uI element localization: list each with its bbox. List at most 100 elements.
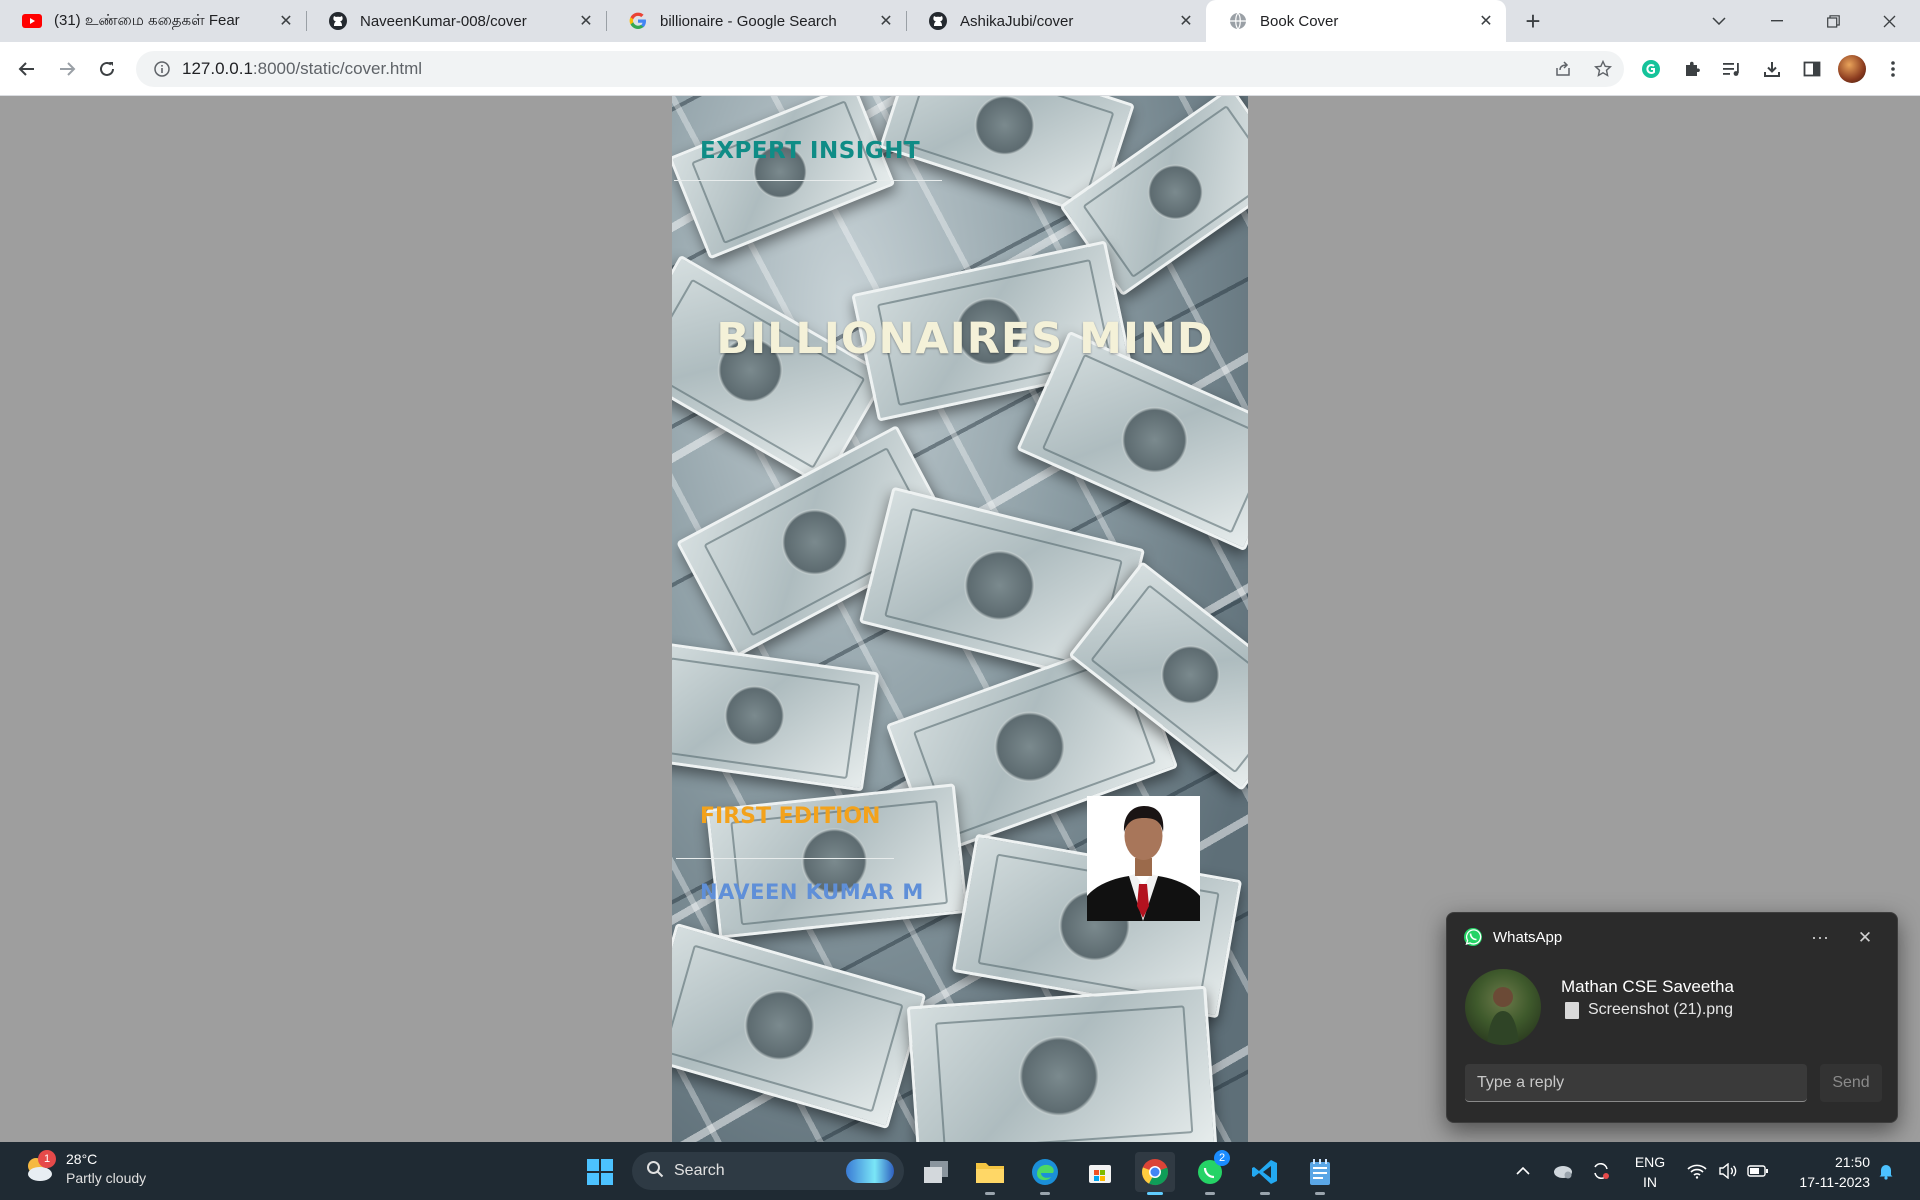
weather-badge: 1 xyxy=(38,1150,56,1168)
language-code: ENG xyxy=(1634,1154,1666,1170)
tab-title: Book Cover xyxy=(1260,12,1339,30)
taskbar: 1 28°C Partly cloudy Search 2 ENG IN 21:… xyxy=(0,1142,1920,1200)
url-text: 127.0.0.1:8000/static/cover.html xyxy=(182,59,422,79)
language-indicator[interactable]: ENG IN xyxy=(1632,1152,1668,1192)
chrome-icon[interactable] xyxy=(1135,1152,1175,1195)
cover-author: NAVEEN KUMAR M xyxy=(700,880,924,904)
vscode-icon[interactable] xyxy=(1245,1152,1285,1195)
grammarly-extension-icon[interactable] xyxy=(1636,54,1666,84)
weather-condition: Partly cloudy xyxy=(66,1170,147,1186)
github-icon xyxy=(928,11,948,31)
taskbar-search[interactable]: Search xyxy=(632,1152,904,1190)
onedrive-icon[interactable] xyxy=(1547,1142,1577,1200)
bookmark-star-icon[interactable] xyxy=(1588,54,1618,84)
whatsapp-taskbar-icon[interactable]: 2 xyxy=(1190,1150,1230,1195)
start-button[interactable] xyxy=(580,1152,620,1192)
running-indicator xyxy=(1260,1192,1270,1195)
cover-text-layer: EXPERT INSIGHT BILLIONAIRES MIND FIRST E… xyxy=(672,96,1248,1142)
running-indicator xyxy=(1315,1192,1325,1195)
tab-book-cover[interactable]: Book Cover ✕ xyxy=(1206,0,1506,42)
minimize-button[interactable] xyxy=(1754,0,1800,42)
volume-icon[interactable] xyxy=(1714,1142,1742,1200)
profile-avatar[interactable] xyxy=(1838,55,1866,83)
send-button[interactable]: Send xyxy=(1820,1064,1882,1102)
cover-title: BILLIONAIRES MIND xyxy=(716,314,1214,364)
extensions-puzzle-icon[interactable] xyxy=(1677,54,1707,84)
tab-search-icon[interactable] xyxy=(1696,0,1742,42)
divider xyxy=(674,180,942,181)
divider xyxy=(676,858,894,859)
sync-icon[interactable] xyxy=(1586,1142,1616,1200)
bing-icon xyxy=(846,1159,894,1183)
tab-github-ashika[interactable]: AshikaJubi/cover ✕ xyxy=(906,0,1206,42)
close-tab-icon[interactable]: ✕ xyxy=(876,11,896,31)
author-photo xyxy=(1087,796,1200,921)
task-view-icon[interactable] xyxy=(916,1152,956,1192)
clock-date: 17-11-2023 xyxy=(1799,1174,1870,1190)
wifi-icon[interactable] xyxy=(1683,1142,1711,1200)
close-tab-icon[interactable]: ✕ xyxy=(276,11,296,31)
running-indicator xyxy=(1147,1192,1163,1195)
clock-time: 21:50 xyxy=(1834,1154,1870,1170)
attachment: Screenshot (21).png xyxy=(1565,1001,1733,1019)
region-code: IN xyxy=(1643,1174,1657,1190)
attachment-name: Screenshot (21).png xyxy=(1588,1001,1733,1018)
weather-temp: 28°C xyxy=(66,1151,98,1167)
running-indicator xyxy=(1040,1192,1050,1195)
url-host: 127.0.0.1 xyxy=(182,59,253,78)
url-path: :8000/static/cover.html xyxy=(252,59,423,78)
notepad-icon[interactable] xyxy=(1300,1152,1340,1195)
edge-icon[interactable] xyxy=(1025,1152,1065,1195)
tab-title: (31) உண்மை கதைகள் Fear xyxy=(54,11,240,29)
weather-text: 28°C Partly cloudy xyxy=(66,1150,146,1188)
more-options-icon[interactable]: ··· xyxy=(1805,925,1835,949)
share-icon[interactable] xyxy=(1548,54,1578,84)
whatsapp-icon xyxy=(1463,927,1483,947)
address-bar[interactable]: 127.0.0.1:8000/static/cover.html xyxy=(136,51,1624,87)
download-icon[interactable] xyxy=(1757,54,1787,84)
microsoft-store-icon[interactable] xyxy=(1080,1152,1120,1192)
close-tab-icon[interactable]: ✕ xyxy=(1176,11,1196,31)
forward-button[interactable] xyxy=(52,54,82,84)
cover-top-label: EXPERT INSIGHT xyxy=(700,138,921,164)
restore-button[interactable] xyxy=(1810,0,1856,42)
media-controls-icon[interactable] xyxy=(1717,54,1747,84)
notification-header: WhatsApp xyxy=(1463,927,1562,947)
side-panel-icon[interactable] xyxy=(1797,54,1827,84)
running-indicator xyxy=(985,1192,995,1195)
chrome-menu-icon[interactable] xyxy=(1878,54,1908,84)
new-tab-button[interactable]: + xyxy=(1518,6,1548,36)
back-button[interactable] xyxy=(12,54,42,84)
github-icon xyxy=(328,11,348,31)
running-indicator xyxy=(1205,1192,1215,1195)
sender-name: Mathan CSE Saveetha xyxy=(1561,977,1734,996)
whatsapp-badge: 2 xyxy=(1214,1150,1230,1166)
browser-toolbar: 127.0.0.1:8000/static/cover.html xyxy=(0,42,1920,96)
weather-icon: 1 xyxy=(22,1150,56,1186)
chevron-up-icon[interactable] xyxy=(1508,1142,1538,1200)
file-explorer-icon[interactable] xyxy=(970,1152,1010,1195)
notification-app-name: WhatsApp xyxy=(1493,928,1563,946)
close-tab-icon[interactable]: ✕ xyxy=(576,11,596,31)
close-tab-icon[interactable]: ✕ xyxy=(1476,11,1496,31)
tab-title: AshikaJubi/cover xyxy=(960,12,1074,30)
whatsapp-notification: WhatsApp ··· ✕ Mathan CSE Saveetha Scree… xyxy=(1446,912,1898,1123)
site-info-icon[interactable] xyxy=(144,61,180,77)
tab-title: billionaire - Google Search xyxy=(660,12,837,30)
clock[interactable]: 21:50 17-11-2023 xyxy=(1766,1152,1870,1192)
close-window-button[interactable] xyxy=(1866,0,1912,42)
reload-button[interactable] xyxy=(92,54,122,84)
google-icon xyxy=(628,11,648,31)
tab-github-naveen[interactable]: NaveenKumar-008/cover ✕ xyxy=(306,0,606,42)
tab-title: NaveenKumar-008/cover xyxy=(360,12,527,30)
tab-google-search[interactable]: billionaire - Google Search ✕ xyxy=(606,0,906,42)
taskbar-search-label: Search xyxy=(674,1162,725,1179)
notification-bell-icon[interactable] xyxy=(1872,1142,1900,1200)
file-icon xyxy=(1565,1001,1579,1019)
search-icon xyxy=(646,1160,664,1183)
tab-strip: (31) உண்மை கதைகள் Fear ✕ NaveenKumar-008… xyxy=(0,0,1920,42)
tab-youtube[interactable]: (31) உண்மை கதைகள் Fear ✕ xyxy=(0,0,306,42)
reply-input[interactable]: Type a reply xyxy=(1465,1064,1807,1102)
close-notification-icon[interactable]: ✕ xyxy=(1852,925,1878,951)
weather-widget[interactable]: 1 28°C Partly cloudy xyxy=(22,1150,146,1188)
